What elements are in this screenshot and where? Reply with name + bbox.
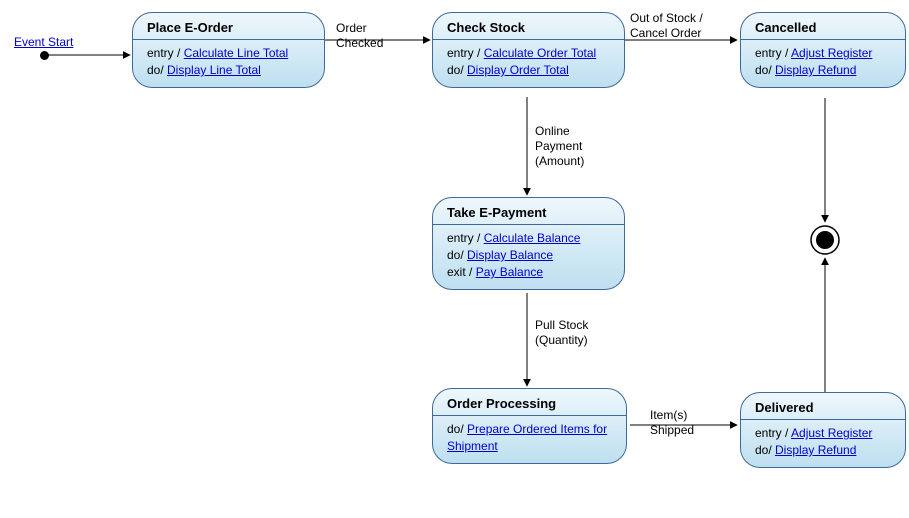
do-action-link[interactable]: Display Line Total xyxy=(167,63,261,77)
state-body: entry / Adjust Register do/ Display Refu… xyxy=(741,420,905,467)
do-action-link[interactable]: Display Balance xyxy=(467,248,553,262)
state-order-processing: Order Processing do/ Prepare Ordered Ite… xyxy=(432,388,627,464)
do-action-link[interactable]: Display Order Total xyxy=(467,63,569,77)
entry-action-link[interactable]: Adjust Register xyxy=(791,426,872,440)
do-action-link[interactable]: Prepare Ordered Items for Shipment xyxy=(447,422,607,453)
entry-action-link[interactable]: Calculate Order Total xyxy=(484,46,597,60)
event-start-link[interactable]: Event Start xyxy=(14,35,73,49)
state-title: Place E-Order xyxy=(133,13,324,40)
exit-prefix: exit / xyxy=(447,265,476,279)
final-state-dot xyxy=(816,231,834,249)
entry-action-link[interactable]: Calculate Line Total xyxy=(184,46,289,60)
state-cancelled: Cancelled entry / Adjust Register do/ Di… xyxy=(740,12,906,88)
state-title: Check Stock xyxy=(433,13,624,40)
state-place-e-order: Place E-Order entry / Calculate Line Tot… xyxy=(132,12,325,88)
entry-prefix: entry / xyxy=(755,426,791,440)
entry-prefix: entry / xyxy=(447,231,484,245)
entry-action-link[interactable]: Calculate Balance xyxy=(484,231,581,245)
do-prefix: do/ xyxy=(147,63,167,77)
entry-prefix: entry / xyxy=(147,46,184,60)
state-body: do/ Prepare Ordered Items for Shipment xyxy=(433,416,626,463)
exit-action-link[interactable]: Pay Balance xyxy=(476,265,543,279)
entry-prefix: entry / xyxy=(755,46,791,60)
entry-action-link[interactable]: Adjust Register xyxy=(791,46,872,60)
label-items-shipped: Item(s)Shipped xyxy=(650,408,694,438)
state-title: Cancelled xyxy=(741,13,905,40)
state-title: Delivered xyxy=(741,393,905,420)
state-body: entry / Adjust Register do/ Display Refu… xyxy=(741,40,905,87)
label-order-checked: OrderChecked xyxy=(336,21,383,51)
state-check-stock: Check Stock entry / Calculate Order Tota… xyxy=(432,12,625,88)
label-online-payment: OnlinePayment(Amount) xyxy=(535,124,584,169)
do-action-link[interactable]: Display Refund xyxy=(775,63,856,77)
state-body: entry / Calculate Order Total do/ Displa… xyxy=(433,40,624,87)
state-title: Order Processing xyxy=(433,389,626,416)
state-body: entry / Calculate Line Total do/ Display… xyxy=(133,40,324,87)
state-take-e-payment: Take E-Payment entry / Calculate Balance… xyxy=(432,197,625,290)
do-prefix: do/ xyxy=(447,63,467,77)
do-prefix: do/ xyxy=(755,63,775,77)
do-prefix: do/ xyxy=(447,422,467,436)
entry-prefix: entry / xyxy=(447,46,484,60)
state-body: entry / Calculate Balance do/ Display Ba… xyxy=(433,225,624,289)
label-pull-stock: Pull Stock(Quantity) xyxy=(535,318,588,348)
do-prefix: do/ xyxy=(755,443,775,457)
do-action-link[interactable]: Display Refund xyxy=(775,443,856,457)
do-prefix: do/ xyxy=(447,248,467,262)
state-title: Take E-Payment xyxy=(433,198,624,225)
state-delivered: Delivered entry / Adjust Register do/ Di… xyxy=(740,392,906,468)
label-out-of-stock: Out of Stock /Cancel Order xyxy=(630,11,703,41)
initial-state-dot xyxy=(40,51,49,60)
